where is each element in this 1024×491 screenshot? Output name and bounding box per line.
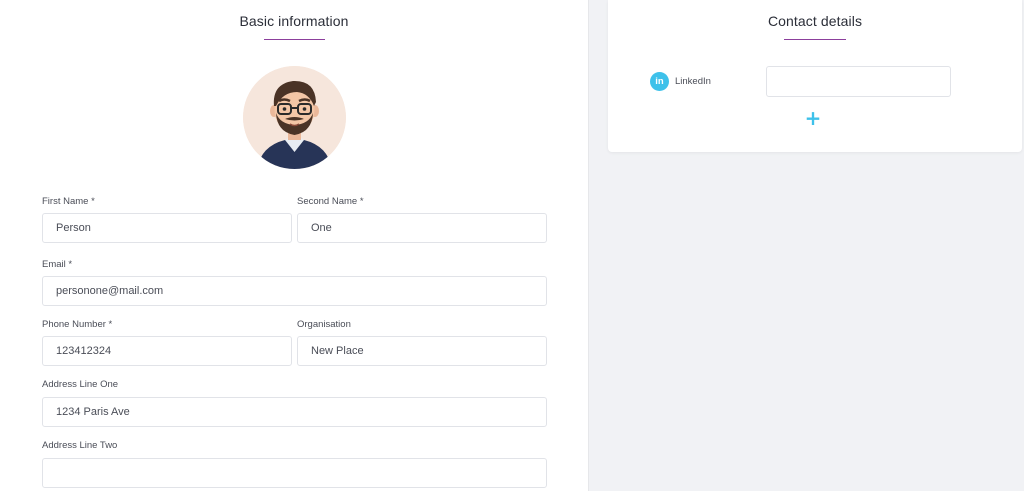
contact-details-title: Contact details [767,13,863,29]
basic-information-title: Basic information [239,13,349,29]
email-label: Email * [42,259,73,270]
first-name-label: First Name * [42,196,95,207]
address-line-one-input[interactable] [42,397,547,427]
phone-number-input[interactable] [42,336,292,366]
phone-number-label: Phone Number * [42,319,113,330]
second-name-input[interactable] [297,213,547,243]
organisation-input[interactable] [297,336,547,366]
contact-details-card: Contact details in LinkedIn + [608,0,1022,152]
plus-icon: + [804,106,822,130]
linkedin-label: LinkedIn [675,76,711,87]
avatar[interactable] [243,66,346,169]
address-line-one-label: Address Line One [42,379,119,390]
basic-information-card: Basic information First Name * Person Se… [0,0,589,491]
title-underline [264,39,325,40]
email-input[interactable] [42,276,547,306]
title-underline [784,39,846,40]
address-line-two-label: Address Line Two [42,440,118,451]
first-name-input[interactable] [42,213,292,243]
profile-page: Basic information First Name * Person Se… [0,0,1024,491]
linkedin-icon: in [650,72,669,91]
address-line-two-input[interactable] [42,458,547,488]
organisation-label: Organisation [297,319,351,330]
linkedin-input[interactable] [766,66,951,97]
avatar-illustration [243,66,346,169]
add-contact-button[interactable]: + [804,108,822,128]
second-name-label: Second Name * [297,196,364,207]
